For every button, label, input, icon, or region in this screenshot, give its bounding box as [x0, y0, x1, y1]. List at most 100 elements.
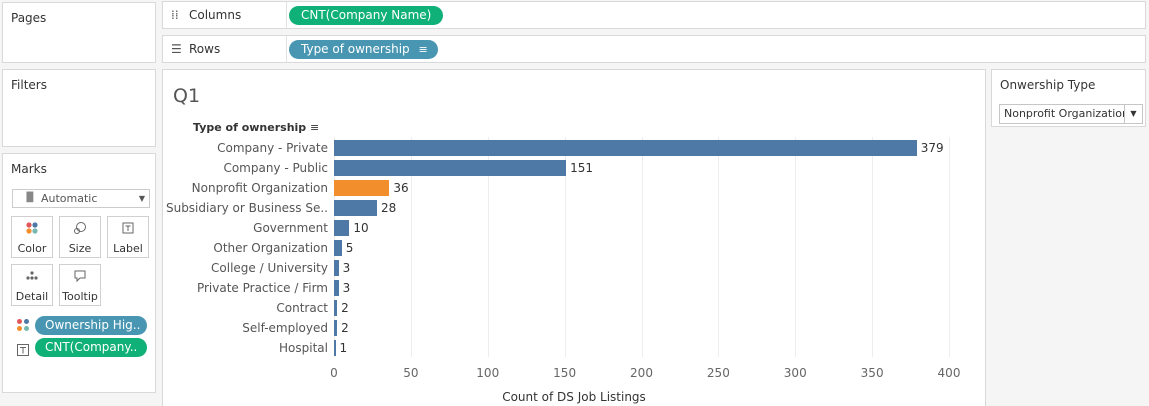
detail-button[interactable]: Detail: [11, 264, 53, 306]
category-label[interactable]: Subsidiary or Business Se..: [163, 200, 328, 216]
category-label[interactable]: Private Practice / Firm: [163, 280, 328, 296]
bar[interactable]: [334, 140, 917, 156]
bar-value-label: 3: [342, 281, 351, 295]
tooltip-button-label: Tooltip: [62, 290, 98, 303]
color-icon: [17, 319, 31, 333]
bar-chart-icon: ▐▌: [23, 193, 37, 203]
bar-value-label: 2: [341, 321, 349, 335]
tooltip-button[interactable]: Tooltip: [59, 264, 101, 306]
columns-pill[interactable]: CNT(Company Name): [289, 6, 444, 25]
category-label[interactable]: College / University: [163, 260, 328, 276]
x-tick-label: 150: [553, 366, 577, 380]
detail-button-label: Detail: [15, 290, 49, 303]
columns-shelf[interactable]: ⁞⁞ Columns CNT(Company Name): [162, 1, 1146, 29]
chevron-down-icon: ▼: [138, 194, 145, 203]
ownership-type-select[interactable]: Nonprofit Organization ▼: [999, 104, 1143, 124]
x-tick-label: 400: [937, 366, 961, 380]
columns-label-text: Columns: [189, 8, 242, 22]
label-button[interactable]: Label: [107, 216, 149, 258]
gridline: [949, 137, 950, 357]
bar[interactable]: [334, 180, 390, 196]
gridline: [795, 137, 797, 357]
color-button-label: Color: [17, 242, 47, 255]
parameter-title: Onwership Type: [1000, 78, 1096, 92]
bar[interactable]: [334, 240, 342, 256]
bar-value-label: 3: [342, 261, 351, 275]
category-label[interactable]: Self-employed: [163, 320, 328, 336]
bar[interactable]: [334, 300, 338, 316]
chevron-down-icon[interactable]: ▼: [1124, 105, 1142, 123]
bar-value-label: 28: [381, 201, 397, 215]
marks-color-field[interactable]: Ownership Hig..: [17, 316, 152, 336]
rows-icon: ☰: [171, 42, 182, 56]
parameter-card: Onwership Type Nonprofit Organization ▼: [991, 69, 1146, 127]
x-tick-label: 250: [706, 366, 730, 380]
category-label[interactable]: Company - Private: [163, 140, 328, 156]
mark-type-value: Automatic: [41, 192, 98, 205]
x-tick-label: 0: [330, 366, 338, 380]
x-tick-label: 200: [630, 366, 653, 380]
gridline: [641, 137, 643, 357]
columns-icon: ⁞⁞: [171, 8, 179, 22]
label-icon: [108, 217, 148, 237]
gridline: [872, 137, 874, 357]
bar[interactable]: [334, 260, 339, 276]
category-label[interactable]: Government: [163, 220, 328, 236]
marks-card: Marks ▐▌ Automatic ▼ Color Size Label De…: [2, 153, 156, 393]
color-icon: [12, 217, 52, 237]
size-button[interactable]: Size: [59, 216, 101, 258]
category-label[interactable]: Other Organization: [163, 240, 328, 256]
x-tick-label: 100: [476, 366, 500, 380]
rows-shelf[interactable]: ☰ Rows Type of ownership ≡: [162, 35, 1146, 63]
x-tick-label: 350: [860, 366, 884, 380]
chart-title: Q1: [173, 85, 201, 107]
sort-descending-icon: ≡: [418, 43, 428, 56]
x-tick-label: 300: [783, 366, 807, 380]
mark-type-dropdown[interactable]: ▐▌ Automatic ▼: [12, 189, 150, 208]
marks-title: Marks: [11, 162, 47, 176]
x-tick-label: 50: [403, 366, 419, 380]
category-label[interactable]: Company - Public: [163, 160, 328, 176]
bar-value-label: 151: [570, 161, 594, 175]
bar[interactable]: [334, 340, 336, 356]
bar-value-label: 10: [353, 221, 369, 235]
x-axis-title: Count of DS Job Listings: [502, 390, 646, 404]
bar[interactable]: [334, 220, 350, 236]
pages-title: Pages: [11, 11, 47, 25]
rows-pill-label: Type of ownership: [301, 42, 410, 56]
tooltip-icon: [60, 265, 100, 285]
size-icon: [60, 217, 100, 237]
bar[interactable]: [334, 160, 567, 176]
ownership-highlight-pill[interactable]: Ownership Hig..: [35, 316, 147, 335]
bar[interactable]: [334, 200, 378, 216]
size-button-label: Size: [68, 242, 92, 255]
filters-title: Filters: [11, 78, 47, 92]
marks-label-field[interactable]: CNT(Company..: [17, 338, 152, 358]
bar-value-label: 2: [341, 301, 349, 315]
category-label[interactable]: Hospital: [163, 340, 328, 356]
category-label[interactable]: Contract: [163, 300, 328, 316]
bar-value-label: 36: [393, 181, 409, 195]
label-button-label: Label: [113, 242, 143, 255]
color-button[interactable]: Color: [11, 216, 53, 258]
row-header[interactable]: Type of ownership ≡: [193, 121, 319, 134]
sort-icon: ≡: [310, 121, 320, 134]
row-header-label: Type of ownership: [193, 121, 307, 134]
bar[interactable]: [334, 320, 338, 336]
rows-label-text: Rows: [189, 42, 221, 56]
pages-card[interactable]: Pages: [2, 2, 156, 63]
category-label[interactable]: Nonprofit Organization: [163, 180, 328, 196]
worksheet-view: Q1 Type of ownership ≡ 0 50 100 150 200 250 30…: [162, 69, 986, 406]
detail-icon: [12, 265, 52, 285]
rows-shelf-label: ☰ Rows: [163, 36, 287, 62]
bar-value-label: 5: [345, 241, 354, 255]
rows-pill[interactable]: Type of ownership ≡: [289, 40, 438, 59]
ownership-type-value: Nonprofit Organization: [1004, 107, 1129, 120]
count-company-pill[interactable]: CNT(Company..: [35, 338, 147, 357]
label-icon: [17, 341, 29, 360]
bar-value-label: 1: [339, 341, 348, 355]
bar[interactable]: [334, 280, 339, 296]
bar-value-label: 379: [920, 141, 944, 155]
filters-card[interactable]: Filters: [2, 69, 156, 147]
parameter-area-bg: [991, 127, 1146, 406]
